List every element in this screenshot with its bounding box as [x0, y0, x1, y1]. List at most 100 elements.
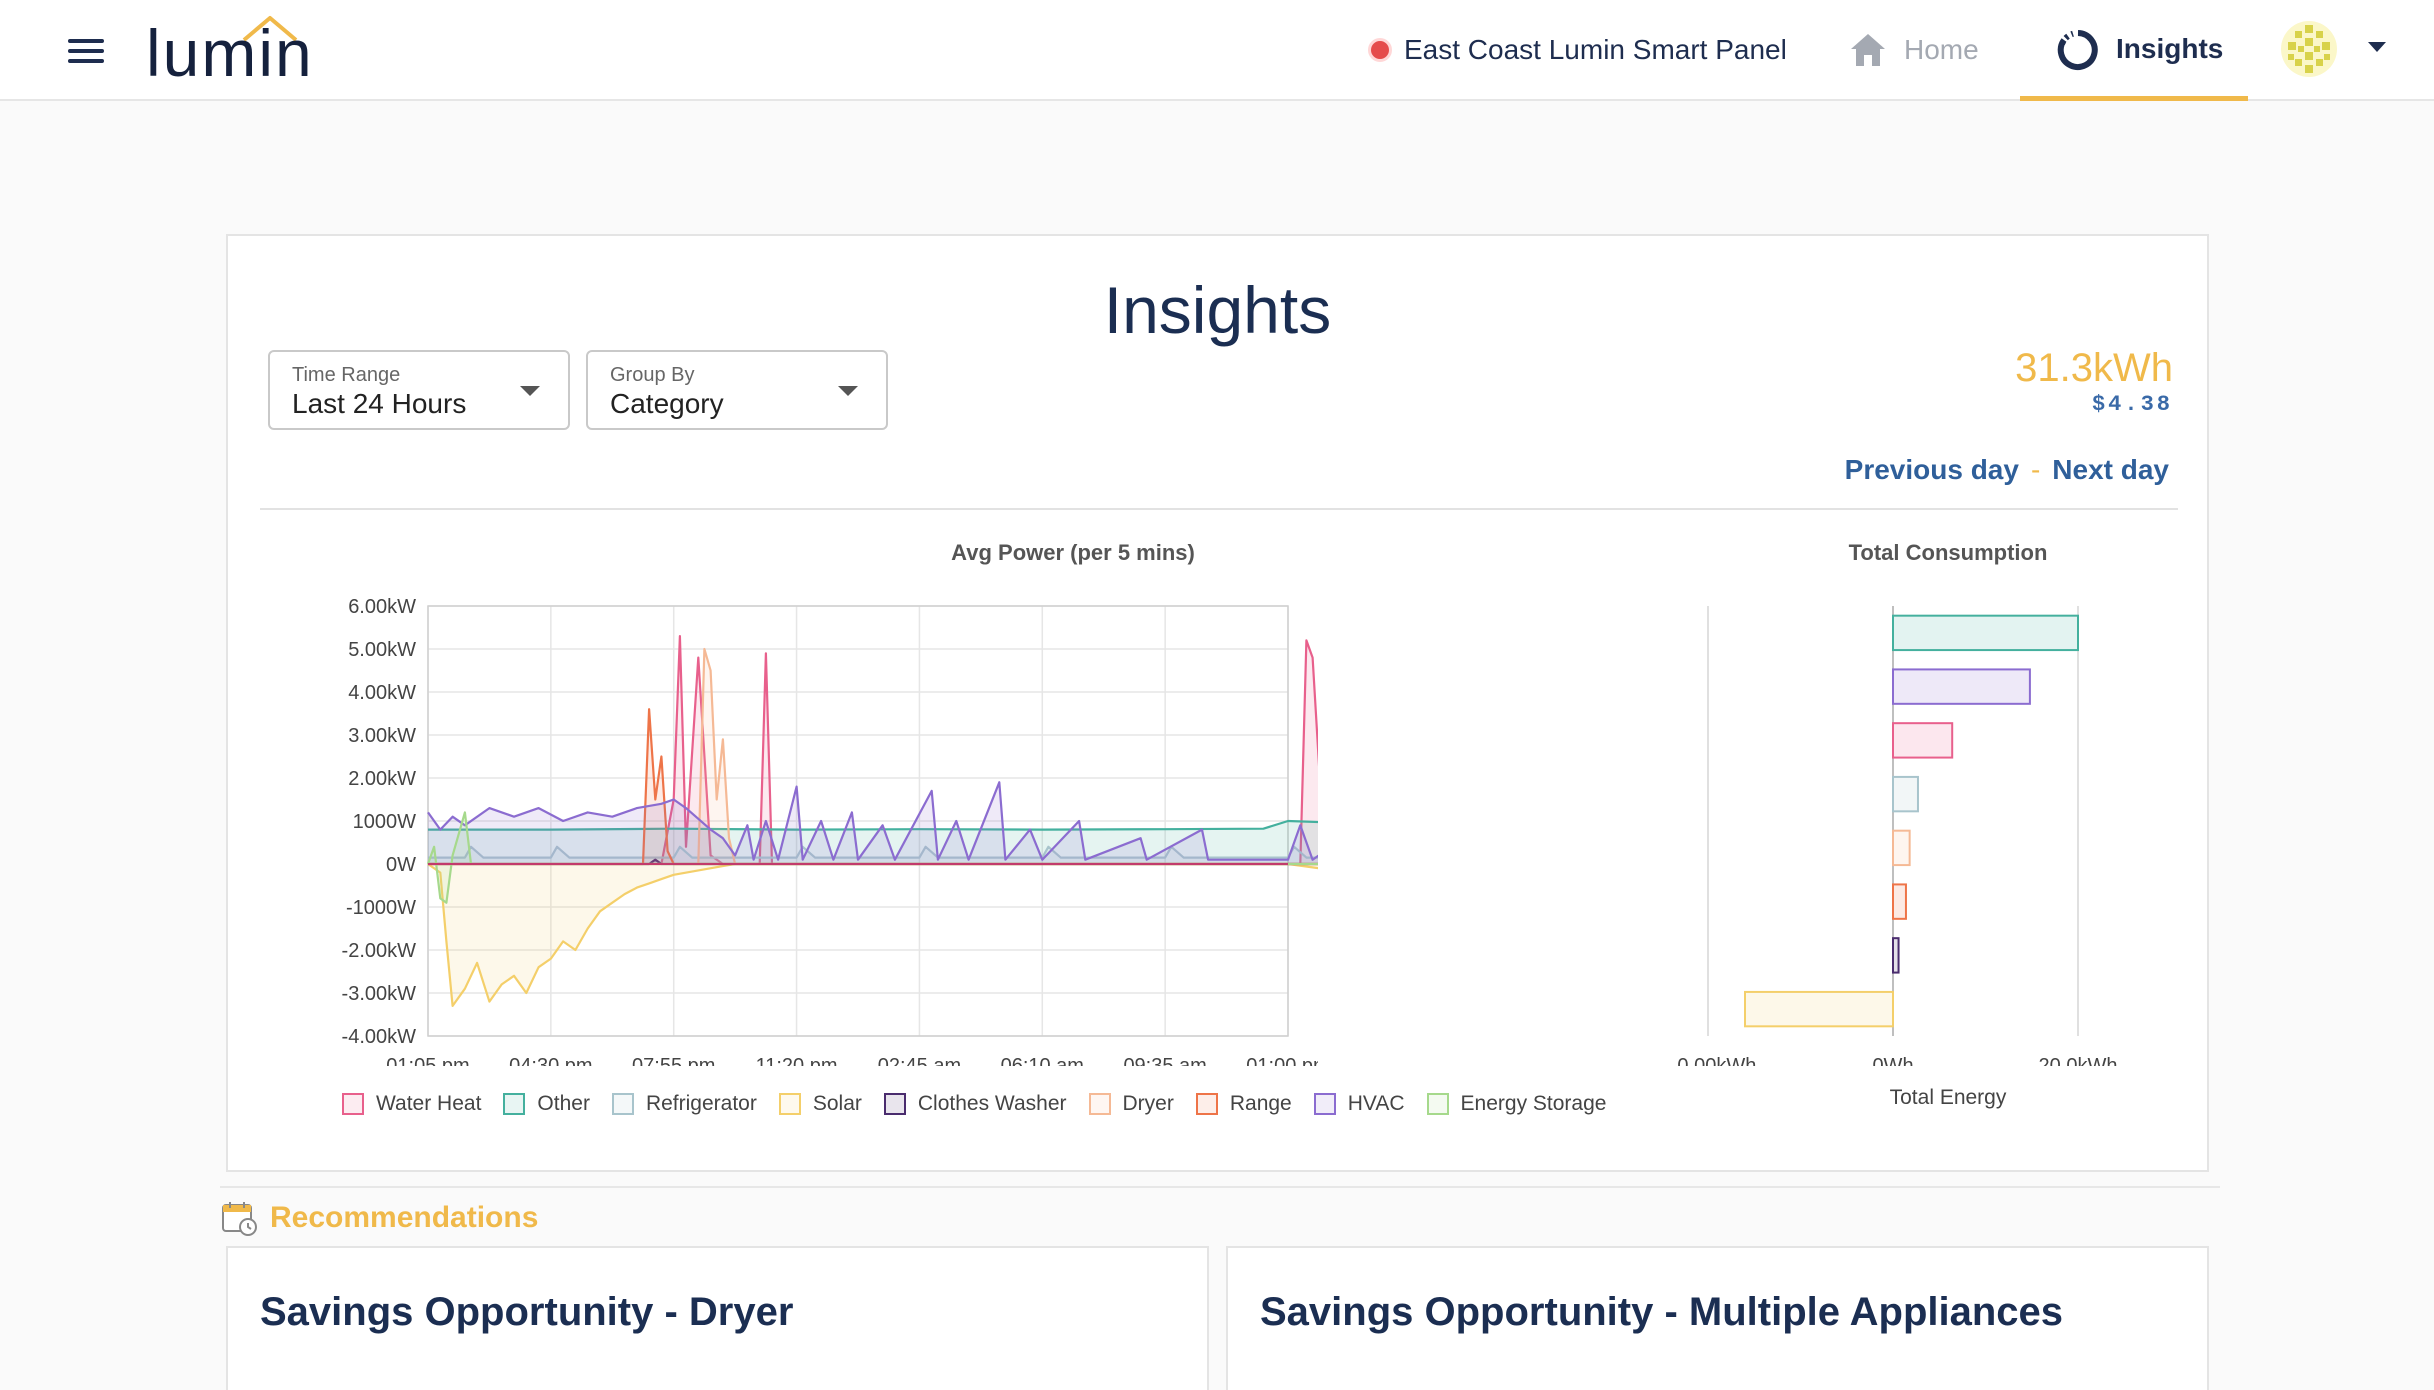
legend-swatch [778, 1093, 801, 1115]
legend-label: Solar [812, 1092, 862, 1115]
y-tick-label: 3.00kW [348, 725, 416, 747]
chevron-down-icon [520, 386, 540, 396]
nav-home[interactable]: Home [1848, 24, 1979, 76]
legend-swatch [611, 1093, 634, 1115]
legend-item-solar[interactable]: Solar [778, 1092, 862, 1116]
recommendation-title: Savings Opportunity - Multiple Appliance… [1260, 1290, 2064, 1334]
x-tick-label: 0Wh [1872, 1055, 1913, 1066]
recommendation-title: Savings Opportunity - Dryer [260, 1290, 794, 1334]
day-nav-separator: - [2030, 454, 2041, 485]
y-tick-label: 2.00kW [348, 768, 416, 790]
x-tick-label: 20.0kWh [2039, 1055, 2118, 1066]
logo-text: lumin [146, 16, 314, 90]
legend-label: Other [537, 1092, 590, 1115]
avg-power-chart[interactable]: 6.00kW 5.00kW 4.00kW 3.00kW 2.00kW 1000W 0W -10… [268, 566, 1318, 1066]
nav-insights-label: Insights [2116, 33, 2224, 64]
chevron-down-icon[interactable] [2366, 40, 2388, 54]
y-tick-label: 6.00kW [348, 596, 416, 618]
calendar-clock-icon [222, 1202, 257, 1236]
hamburger-menu-icon[interactable] [60, 28, 112, 74]
insights-ring-icon [2057, 30, 2098, 70]
legend-item-hvac[interactable]: HVAC [1313, 1092, 1405, 1116]
bar-hvac [1892, 668, 2031, 705]
legend-label: Clothes Washer [917, 1092, 1067, 1115]
legend-swatch [1426, 1093, 1449, 1115]
chevron-down-icon [838, 386, 858, 396]
legend-label: Range [1229, 1092, 1292, 1115]
legend-swatch [342, 1093, 364, 1115]
bar-water-heat [1892, 722, 1954, 759]
legend-label: Energy Storage [1460, 1092, 1607, 1115]
legend-item-other[interactable]: Other [503, 1092, 590, 1116]
y-tick-label: 1000W [353, 811, 416, 833]
x-tick-label: 11:20 pm [756, 1055, 838, 1066]
time-range-select[interactable]: Time Range Last 24 Hours [268, 350, 570, 430]
page-title: Insights [1103, 273, 1332, 347]
group-by-select[interactable]: Group By Category [586, 350, 888, 430]
panel-selector[interactable]: East Coast Lumin Smart Panel [1368, 30, 1787, 70]
total-energy-axis-label: Total Energy [1889, 1086, 2007, 1109]
legend-swatch [1195, 1093, 1218, 1115]
user-avatar[interactable] [2278, 18, 2340, 80]
series-area-solar [428, 864, 1318, 1006]
group-by-label: Group By [610, 364, 695, 386]
recommendation-card-dryer[interactable]: Savings Opportunity - Dryer [226, 1246, 1209, 1390]
nav-home-label: Home [1904, 34, 1979, 65]
legend-item-energy-storage[interactable]: Energy Storage [1426, 1092, 1607, 1116]
y-tick-label: 4.00kW [348, 682, 416, 704]
recommendation-card-multiple-appliances[interactable]: Savings Opportunity - Multiple Appliance… [1226, 1246, 2209, 1390]
legend-swatch [1088, 1093, 1111, 1115]
previous-day-link[interactable]: Previous day [1845, 454, 2019, 486]
bar-clothes-washer [1892, 937, 1900, 974]
legend-label: HVAC [1347, 1092, 1405, 1115]
day-navigation: Previous day - Next day [1845, 454, 2169, 486]
y-tick-label: 0W [386, 854, 416, 876]
total-consumption-chart[interactable]: -20.00kWh 0Wh 20.0kWh [1678, 566, 2158, 1066]
total-energy-value: 31.3kWh [2015, 346, 2173, 390]
insights-card: Insights Time Range Last 24 Hours Group … [226, 234, 2209, 1172]
time-range-value: Last 24 Hours [292, 388, 467, 419]
x-tick-label: 01:00 pm [1246, 1055, 1318, 1066]
legend-label: Water Heat [376, 1092, 482, 1115]
legend-item-refrigerator[interactable]: Refrigerator [611, 1092, 757, 1116]
x-tick-label: 06:10 am [1001, 1055, 1084, 1066]
time-range-label: Time Range [292, 364, 401, 386]
recommendations-header: Recommendations [220, 1186, 2220, 1236]
total-cost-value: $4.38 [2091, 392, 2173, 417]
legend-item-range[interactable]: Range [1195, 1092, 1292, 1116]
legend-swatch [1313, 1093, 1336, 1115]
panel-name: East Coast Lumin Smart Panel [1404, 34, 1787, 65]
y-tick-label: -2.00kW [342, 940, 417, 962]
next-day-link[interactable]: Next day [2052, 454, 2169, 486]
chart-legend: Water Heat Other Refrigerator Solar Clothes … [342, 1092, 1628, 1116]
group-by-value: Category [610, 388, 724, 419]
y-tick-label: -4.00kW [342, 1026, 417, 1048]
top-bar: lumin East Coast Lumin Smart Panel Home … [0, 0, 2434, 101]
x-tick-label: 09:35 am [1123, 1055, 1206, 1066]
legend-item-clothes-washer[interactable]: Clothes Washer [883, 1092, 1067, 1116]
legend-item-water-heat[interactable]: Water Heat [342, 1092, 481, 1116]
legend-swatch [883, 1093, 906, 1115]
x-tick-label: -20.00kWh [1678, 1055, 1756, 1066]
lumin-logo[interactable]: lumin [140, 14, 320, 90]
y-tick-label: -1000W [346, 897, 416, 919]
bar-dryer [1892, 829, 1911, 867]
legend-swatch [503, 1093, 526, 1115]
nav-insights[interactable]: Insights [2020, 0, 2248, 101]
recommendations-label: Recommendations [270, 1201, 539, 1234]
legend-item-dryer[interactable]: Dryer [1088, 1092, 1174, 1116]
legend-label: Refrigerator [645, 1092, 757, 1115]
bar-range [1892, 883, 1907, 920]
divider [260, 508, 2178, 510]
home-icon [1851, 34, 1885, 66]
x-tick-label: 04:30 pm [509, 1055, 592, 1066]
series-area-hvac [428, 782, 1318, 864]
avg-power-chart-title: Avg Power (per 5 mins) [951, 540, 1195, 565]
y-tick-label: -3.00kW [342, 983, 417, 1005]
bar-refrigerator [1892, 775, 1919, 813]
total-consumption-chart-title: Total Consumption [1848, 540, 2048, 565]
y-tick-label: 5.00kW [348, 639, 416, 661]
avatar-pattern-icon [2281, 21, 2337, 77]
x-tick-label: 01:05 pm [386, 1055, 469, 1066]
x-tick-label: 07:55 pm [632, 1055, 715, 1066]
